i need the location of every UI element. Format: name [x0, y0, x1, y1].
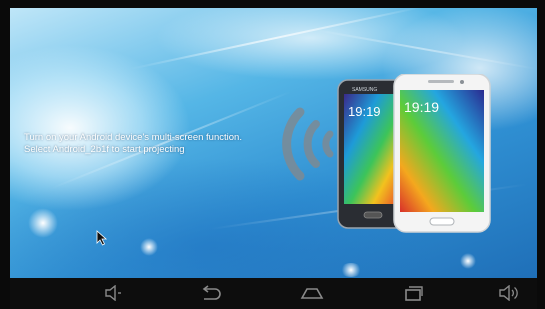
- volume-up-icon: [499, 285, 518, 301]
- instruction-line-2: Select Android_2b1f to start projecting: [24, 144, 185, 155]
- sparkle: [340, 263, 362, 277]
- display-frame: Turn on your Android device's multi-scre…: [0, 0, 545, 309]
- recent-apps-button[interactable]: [400, 282, 426, 304]
- brand-label: SAMSUNG: [352, 87, 377, 93]
- volume-up-button[interactable]: [496, 282, 522, 304]
- projection-screen: Turn on your Android device's multi-scre…: [10, 8, 537, 278]
- volume-down-icon: [105, 285, 121, 301]
- left-phone-time: 19:19: [348, 104, 381, 119]
- mouse-pointer-icon: [96, 230, 108, 246]
- light-streak: [129, 8, 424, 70]
- instruction-line-1: Turn on your Android device's multi-scre…: [24, 132, 242, 143]
- white-phone: 19:19: [393, 74, 491, 233]
- recent-apps-icon: [405, 286, 423, 301]
- home-icon: [300, 288, 324, 299]
- sparkle: [28, 208, 58, 238]
- back-button[interactable]: [197, 282, 223, 304]
- sparkle: [140, 238, 158, 256]
- projection-instructions: Turn on your Android device's multi-scre…: [24, 132, 242, 156]
- right-phone-time: 19:19: [404, 99, 439, 115]
- navigation-bar: [10, 278, 537, 309]
- volume-down-button[interactable]: [100, 282, 126, 304]
- back-icon: [202, 285, 221, 300]
- light-streak: [309, 28, 537, 70]
- home-button[interactable]: [299, 282, 325, 304]
- phones-illustration: SAMSUNG 19:19 19:19: [337, 74, 491, 233]
- sparkle: [460, 253, 476, 269]
